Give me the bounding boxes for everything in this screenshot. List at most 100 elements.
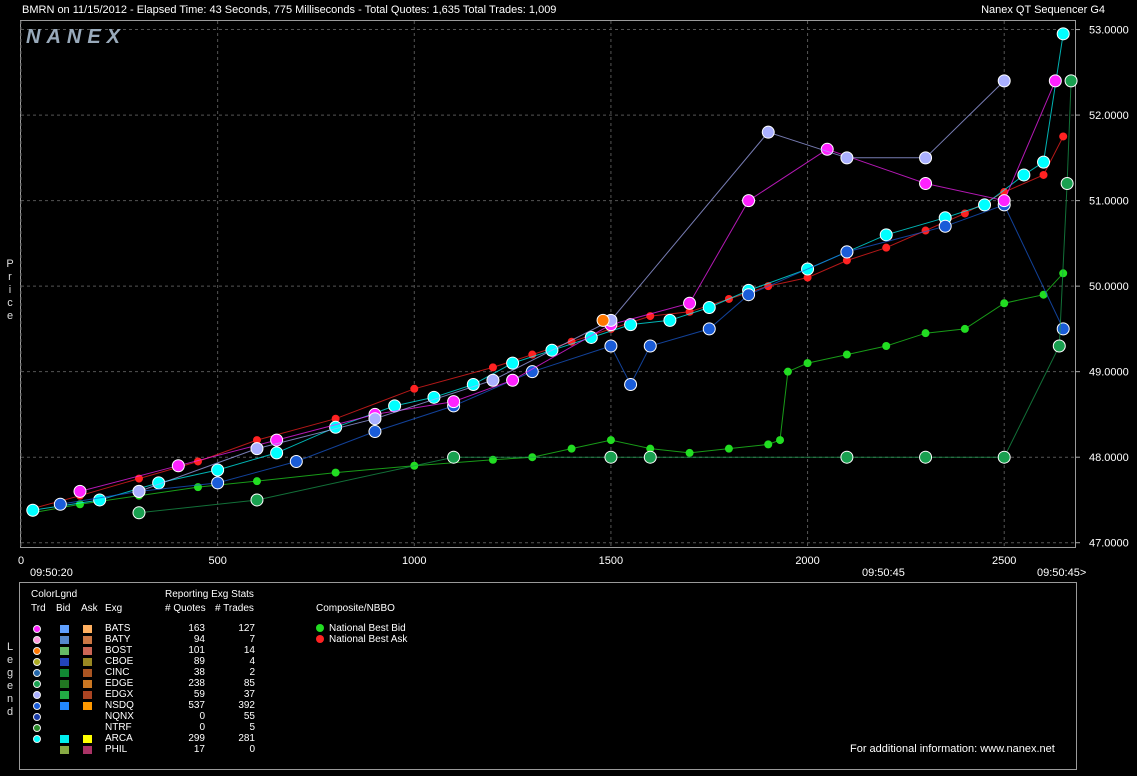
national-best-bid-point [567, 444, 576, 453]
ask-color-swatch [83, 625, 92, 633]
national-best-bid-point [1039, 290, 1048, 299]
legend-row-nqnx: NQNX 0 55 [20, 711, 280, 722]
arca-point [427, 390, 441, 404]
trade-color-dot [33, 636, 41, 644]
stats-title: Reporting Exg Stats [165, 589, 254, 600]
arca-point [1037, 155, 1051, 169]
arca-point [663, 313, 677, 327]
trade-color-dot [33, 658, 41, 666]
national-best-bid-point [1000, 299, 1009, 308]
edge-point [997, 450, 1011, 464]
quote-count: 89 [193, 656, 205, 667]
edgx-point [132, 484, 146, 498]
x-tick-label: 1000 [402, 555, 426, 567]
x-tick-label: 2500 [992, 555, 1016, 567]
legend-row-cinc: CINC 38 2 [20, 667, 280, 678]
quote-count: 537 [188, 700, 205, 711]
nanex-watermark: NANEX [26, 26, 127, 48]
composite-title: Composite/NBBO [316, 603, 395, 614]
national-best-bid-point [606, 436, 615, 445]
nsdq-point [53, 497, 67, 511]
exchange-name: CBOE [105, 656, 134, 667]
legend-row-phil: PHIL 17 0 [20, 744, 280, 755]
quote-count: 17 [193, 744, 205, 755]
bats-point [997, 194, 1011, 208]
bats-point [171, 459, 185, 473]
national-best-bid-point [803, 359, 812, 368]
exchange-name: NQNX [105, 711, 134, 722]
arca-point [1017, 168, 1031, 182]
quote-count: 0 [199, 711, 205, 722]
national-best-bid-point [960, 324, 969, 333]
national-best-ask-point [1039, 170, 1048, 179]
arca-point [466, 377, 480, 391]
trade-count: 127 [238, 623, 255, 634]
legend-row-edgx: EDGX 59 37 [20, 689, 280, 700]
national-best-ask-point [410, 384, 419, 393]
national-best-bid-point [764, 440, 773, 449]
bats-point [506, 373, 520, 387]
bid-color-swatch [60, 625, 69, 633]
national-best-bid-point [842, 350, 851, 359]
bid-color-swatch [60, 735, 69, 743]
legend-row-bost: BOST 101 14 [20, 645, 280, 656]
arca-point [1056, 27, 1070, 41]
legend-panel: ColorLgnd Trd Bid Ask Exg Reporting Exg … [19, 582, 1077, 770]
exchange-name: BATS [105, 623, 131, 634]
exchange-name: ARCA [105, 733, 133, 744]
trade-color-dot [33, 724, 41, 732]
nsdq-point [624, 377, 638, 391]
quote-count: 0 [199, 722, 205, 733]
national-best-ask-point [882, 243, 891, 252]
bats-point [73, 484, 87, 498]
edge-point [250, 493, 264, 507]
trade-count: 4 [249, 656, 255, 667]
ask-color-swatch [83, 691, 92, 699]
col-trades: # Trades [215, 603, 254, 614]
trade-count: 55 [243, 711, 255, 722]
exchange-name: PHIL [105, 744, 128, 755]
nsdq-point [938, 219, 952, 233]
national-best-bid-point [776, 436, 785, 445]
exchange-name: BATY [105, 634, 131, 645]
legend-row-baty: BATY 94 7 [20, 634, 280, 645]
trade-count: 85 [243, 678, 255, 689]
legend-row-bats: BATS 163 127 [20, 623, 280, 634]
bid-color-swatch [60, 680, 69, 688]
arca-point [506, 356, 520, 370]
y-axis-title: Price [6, 258, 14, 322]
nsdq-point [368, 425, 382, 439]
bats-point [447, 395, 461, 409]
y-tick-label: 51.0000 [1089, 196, 1129, 208]
col-exg: Exg [105, 603, 123, 614]
legend-row-arca: ARCA 299 281 [20, 733, 280, 744]
nsdq-point [1056, 322, 1070, 336]
edge-point [919, 450, 933, 464]
national-best-bid-point [724, 444, 733, 453]
legend-row-edge: EDGE 238 85 [20, 678, 280, 689]
bats-point [683, 296, 697, 310]
trade-count: 0 [249, 744, 255, 755]
legend-row-ntrf: NTRF 0 5 [20, 722, 280, 733]
y-tick-label: 48.0000 [1089, 452, 1129, 464]
arca-point [26, 503, 40, 517]
trade-count: 5 [249, 722, 255, 733]
bost-point [596, 313, 610, 327]
ask-color-swatch [83, 669, 92, 677]
y-tick-label: 50.0000 [1089, 281, 1129, 293]
edge-point [643, 450, 657, 464]
national-best-ask-line [32, 136, 1064, 509]
x-time-start: 09:50:20 [30, 567, 73, 579]
edgx-point [919, 151, 933, 165]
national-best-ask-point [1059, 132, 1068, 141]
trade-color-dot [33, 702, 41, 710]
x-time-end: 09:50:45> [1037, 567, 1087, 579]
bid-color-swatch [60, 647, 69, 655]
ask-color-swatch [83, 636, 92, 644]
edgx-point [250, 442, 264, 456]
trade-count: 7 [249, 634, 255, 645]
arca-point [702, 301, 716, 315]
trade-count: 37 [243, 689, 255, 700]
edge-point [447, 450, 461, 464]
nsdq-point [742, 288, 756, 302]
